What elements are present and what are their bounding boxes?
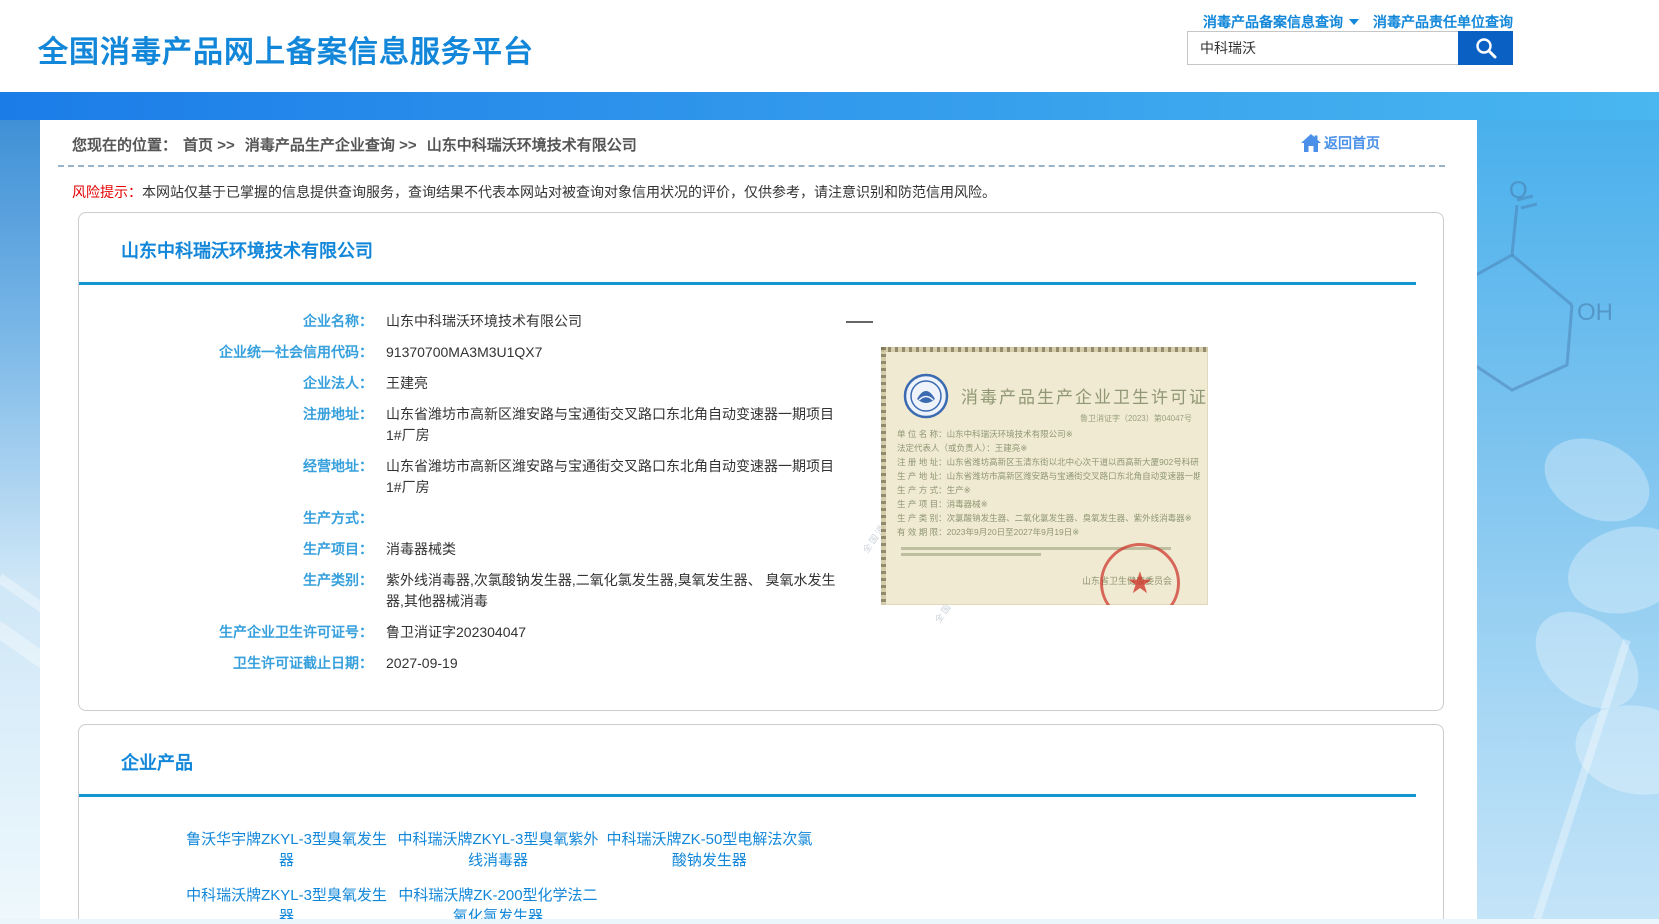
product-link[interactable]: 中科瑞沃牌ZK-50型电解法次氯酸钠发生器 [606, 829, 813, 871]
search-bar [1187, 31, 1513, 65]
cert-line: 注 册 地 址：山东省潍坊高新区玉清东街以北中心次干道以西高新大厦902号科研 [897, 455, 1200, 469]
dashed-divider [58, 165, 1445, 167]
breadcrumb-separator: >> [217, 137, 235, 154]
nav-link-responsible-unit-query[interactable]: 消毒产品责任单位查询 [1373, 12, 1513, 32]
scan-artifact-line [846, 321, 873, 323]
company-panel-title: 山东中科瑞沃环境技术有限公司 [79, 213, 1443, 262]
caret-down-icon [1349, 19, 1359, 25]
header-band [0, 92, 1659, 120]
certificate-border-decor [881, 347, 1208, 352]
field-row-license-expiry: 卫生许可证截止日期： 2027-09-19 [79, 653, 1443, 674]
certificate-image: 消毒产品生产企业卫生许可证 鲁卫消证字（2023）第04047号 单 位 名 称… [881, 347, 1208, 605]
risk-notice: 风险提示：本网站仅基于已掌握的信息提供查询服务，查询结果不代表本网站对被查询对象… [72, 182, 1447, 202]
site-title: 全国消毒产品网上备案信息服务平台 [38, 27, 534, 71]
search-icon [1474, 36, 1498, 60]
search-button[interactable] [1458, 31, 1513, 65]
back-home-link[interactable]: 返回首页 [1300, 133, 1380, 153]
nav-link-filing-info-query[interactable]: 消毒产品备案信息查询 [1203, 12, 1359, 32]
products-panel: 企业产品 鲁沃华宇牌ZKYL-3型臭氧发生器 中科瑞沃牌ZKYL-3型臭氧紫外线… [78, 724, 1444, 919]
breadcrumb-separator: >> [399, 137, 417, 154]
cert-line: 单 位 名 称：山东中科瑞沃环境技术有限公司※ [897, 427, 1200, 441]
company-fields: 企业名称： 山东中科瑞沃环境技术有限公司 企业统一社会信用代码： 9137070… [79, 285, 1443, 710]
field-row-business-address: 经营地址： 山东省潍坊市高新区潍安路与宝通街交叉路口东北角自动变速器一期项目1#… [79, 456, 1443, 498]
top-nav: 消毒产品备案信息查询 消毒产品责任单位查询 [1203, 12, 1513, 32]
certificate-number: 鲁卫消证字（2023）第04047号 [1080, 413, 1192, 424]
health-emblem-icon [903, 373, 949, 419]
cert-line: 法定代表人（或负责人）：王建亮※ [897, 441, 1200, 455]
cert-line: 生 产 项 目：消毒器械※ [897, 497, 1200, 511]
cert-line: 有 效 期 限：2023年9月20日至2027年9月19日※ [897, 525, 1200, 539]
field-row-credit-code: 企业统一社会信用代码： 91370700MA3M3U1QX7 [79, 342, 1443, 363]
field-row-production-category: 生产类别： 紫外线消毒器,次氯酸钠发生器,二氧化氯发生器,臭氧发生器、 臭氧水发… [79, 570, 1443, 612]
right-background-decor: O OH [1477, 120, 1659, 919]
field-row-production-method: 生产方式： [79, 508, 1443, 529]
product-link[interactable]: 鲁沃华宇牌ZKYL-3型臭氧发生器 [183, 829, 390, 871]
certificate-fineprint-decor [901, 553, 1041, 556]
cert-line: 生 产 方 式：生产※ [897, 483, 1200, 497]
molecule-flower-decor-graphic: O OH [1477, 120, 1659, 919]
products-panel-title: 企业产品 [79, 725, 1443, 774]
certificate-border-decor [881, 347, 886, 605]
breadcrumb-current: 山东中科瑞沃环境技术有限公司 [427, 137, 637, 154]
left-background-decor [0, 120, 40, 919]
product-link[interactable]: 中科瑞沃牌ZK-200型化学法二氧化氯发生器 [394, 885, 601, 919]
breadcrumb-section-link[interactable]: 消毒产品生产企业查询 [245, 137, 395, 154]
home-icon [1300, 133, 1322, 153]
svg-text:O: O [1509, 177, 1528, 204]
field-row-license-number: 生产企业卫生许可证号： 鲁卫消证字202304047 [79, 622, 1443, 643]
field-row-production-project: 生产项目： 消毒器械类 [79, 539, 1443, 560]
breadcrumb-home-link[interactable]: 首页 [183, 137, 213, 154]
search-input[interactable] [1187, 31, 1458, 65]
product-link[interactable]: 中科瑞沃牌ZKYL-3型臭氧发生器 [183, 885, 390, 919]
certificate-red-stamp: ★ [1100, 543, 1180, 605]
page-header: 全国消毒产品网上备案信息服务平台 消毒产品备案信息查询 消毒产品责任单位查询 [0, 0, 1659, 92]
svg-text:OH: OH [1577, 299, 1613, 326]
product-link[interactable]: 中科瑞沃牌ZKYL-3型臭氧紫外线消毒器 [394, 829, 601, 871]
risk-text: 本网站仅基于已掌握的信息提供查询服务，查询结果不代表本网站对被查询对象信用状况的… [142, 184, 996, 200]
field-row-registered-address: 注册地址： 山东省潍坊市高新区潍安路与宝通街交叉路口东北角自动变速器一期项目1#… [79, 404, 1443, 446]
cert-line: 生 产 类 别：次氯酸钠发生器、二氧化氯发生器、臭氧发生器、紫外线消毒器※ [897, 511, 1200, 525]
field-row-legal-person: 企业法人： 王建亮 [79, 373, 1443, 394]
certificate-title: 消毒产品生产企业卫生许可证 [961, 383, 1208, 408]
certificate-body-text: 单 位 名 称：山东中科瑞沃环境技术有限公司※ 法定代表人（或负责人）：王建亮※… [897, 427, 1200, 539]
company-panel: 山东中科瑞沃环境技术有限公司 企业名称： 山东中科瑞沃环境技术有限公司 企业统一… [78, 212, 1444, 711]
field-row-enterprise-name: 企业名称： 山东中科瑞沃环境技术有限公司 [79, 311, 1443, 332]
risk-label: 风险提示： [72, 184, 142, 200]
main-content: 您现在的位置： 首页 >> 消毒产品生产企业查询 >> 山东中科瑞沃环境技术有限公… [40, 120, 1477, 919]
cert-line: 生 产 地 址：山东省潍坊市高新区潍安路与宝通街交叉路口东北角自动变速器一期项目… [897, 469, 1200, 483]
products-list: 鲁沃华宇牌ZKYL-3型臭氧发生器 中科瑞沃牌ZKYL-3型臭氧紫外线消毒器 中… [79, 797, 1019, 919]
breadcrumb: 您现在的位置： 首页 >> 消毒产品生产企业查询 >> 山东中科瑞沃环境技术有限公… [40, 120, 1477, 156]
breadcrumb-prefix: 您现在的位置： [72, 137, 177, 154]
